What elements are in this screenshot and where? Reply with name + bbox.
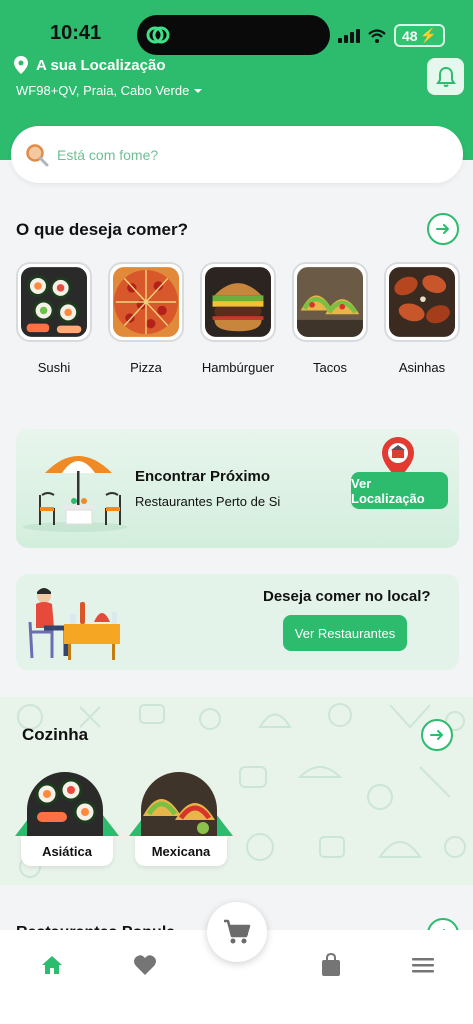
- nav-favorites[interactable]: [132, 952, 158, 978]
- signal-icon: [337, 28, 360, 43]
- category-pizza[interactable]: Pizza: [108, 262, 184, 375]
- cuisine-title: Cozinha: [22, 725, 89, 744]
- address-text: WF98+QV, Praia, Cabo Verde: [16, 83, 190, 98]
- bell-icon: [435, 66, 456, 87]
- dynamic-island: [137, 15, 330, 55]
- categories-title: O que deseja comer?: [16, 220, 188, 239]
- arrow-right-icon: [436, 224, 449, 234]
- charging-icon: ⚡: [419, 27, 437, 43]
- burger-image: [205, 267, 271, 337]
- search-bar[interactable]: [11, 126, 463, 183]
- link-icon: [146, 26, 170, 44]
- cuisine-section: Cozinha Asiática Mexicana: [0, 697, 473, 885]
- heart-icon: [134, 955, 156, 975]
- pizza-image: [113, 267, 179, 337]
- nearby-card[interactable]: Encontrar Próximo Restaurantes Perto de …: [16, 429, 459, 548]
- category-wings[interactable]: Asinhas: [384, 262, 460, 375]
- battery-indicator: 48 ⚡: [393, 24, 445, 47]
- cart-button[interactable]: [207, 902, 267, 962]
- home-icon: [42, 956, 62, 974]
- notifications-button[interactable]: [427, 58, 464, 95]
- status-time: 10:41: [50, 22, 102, 44]
- restaurant-table-illustration: [23, 456, 127, 532]
- nearby-subtitle: Restaurantes Perto de Si: [135, 494, 281, 509]
- view-restaurants-button[interactable]: Ver Restaurantes: [283, 615, 407, 651]
- nav-orders[interactable]: [318, 952, 344, 978]
- nav-home[interactable]: [39, 952, 65, 978]
- category-label: Asinhas: [398, 360, 446, 375]
- category-burger[interactable]: Hambúrguer: [200, 262, 276, 375]
- dine-in-title: Deseja comer no local?: [263, 588, 431, 605]
- search-icon: [26, 143, 49, 166]
- cuisine-label: Asiática: [21, 836, 113, 866]
- nearby-title: Encontrar Próximo: [135, 468, 271, 485]
- dine-in-card[interactable]: Deseja comer no local? Ver Restaurantes: [16, 574, 459, 670]
- wings-image: [389, 267, 455, 337]
- location-title: A sua Localização: [36, 56, 166, 74]
- cuisine-label: Mexicana: [135, 836, 227, 866]
- sushi-image: [21, 267, 87, 337]
- view-location-button[interactable]: Ver Localização: [351, 472, 448, 509]
- cuisine-asian[interactable]: Asiática: [15, 772, 119, 866]
- category-label: Sushi: [37, 360, 71, 375]
- address-selector[interactable]: WF98+QV, Praia, Cabo Verde: [16, 83, 203, 98]
- category-list: Sushi Pizza Hambúrguer Tacos Asinhas: [0, 262, 473, 382]
- category-label: Hambúrguer: [201, 360, 275, 375]
- arrow-right-icon: [430, 730, 443, 740]
- mexican-food-image: [141, 772, 217, 836]
- category-sushi[interactable]: Sushi: [16, 262, 92, 375]
- dining-person-illustration: [28, 588, 120, 660]
- cuisine-mexican[interactable]: Mexicana: [129, 772, 233, 866]
- cuisine-see-all-button[interactable]: [421, 719, 453, 751]
- category-label: Pizza: [130, 360, 162, 375]
- nav-menu[interactable]: [410, 952, 436, 978]
- wifi-icon: [368, 28, 386, 43]
- status-icons: 48 ⚡: [337, 24, 445, 47]
- category-label: Tacos: [313, 360, 347, 375]
- location-row[interactable]: A sua Localização: [14, 56, 166, 74]
- location-pin-icon: [14, 56, 28, 74]
- categories-see-all-button[interactable]: [427, 213, 459, 245]
- bag-icon: [322, 953, 340, 976]
- tacos-image: [297, 267, 363, 337]
- menu-icon: [412, 958, 434, 973]
- cart-icon: [224, 919, 251, 944]
- caret-down-icon: [194, 88, 203, 93]
- asian-food-image: [27, 772, 103, 836]
- category-tacos[interactable]: Tacos: [292, 262, 368, 375]
- search-input[interactable]: [57, 146, 417, 163]
